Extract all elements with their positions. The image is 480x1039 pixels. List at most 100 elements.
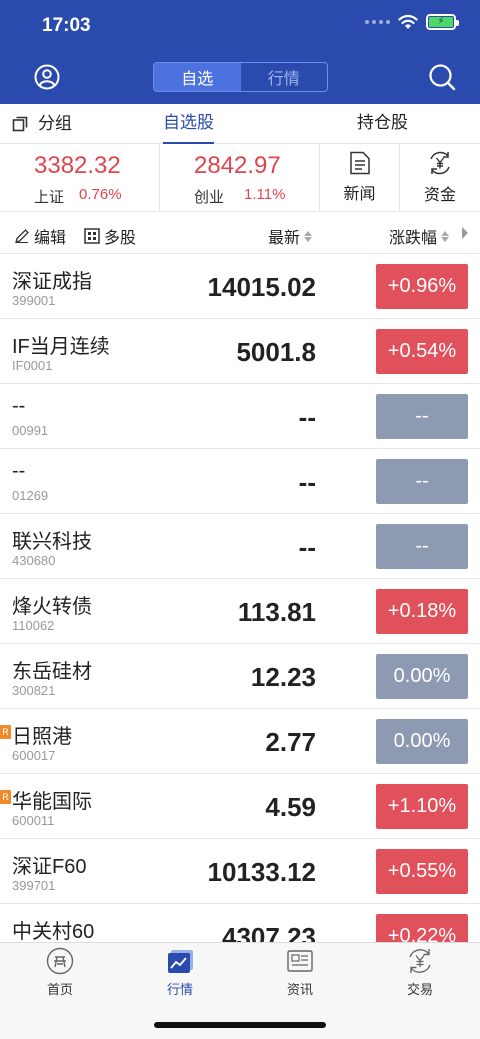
change-badge[interactable]: -- — [376, 394, 468, 439]
nav-home[interactable]: 首页 — [20, 947, 100, 998]
search-icon[interactable] — [428, 63, 456, 91]
stock-name: 深证成指 — [12, 271, 92, 293]
home-indicator — [154, 1022, 326, 1028]
stock-row[interactable]: 联兴科技 430680 -- -- — [0, 514, 480, 579]
change-badge[interactable]: 0.00% — [376, 654, 468, 699]
news-button[interactable]: 新闻 — [320, 144, 400, 211]
status-time: 17:03 — [42, 15, 91, 36]
user-icon[interactable] — [34, 64, 60, 90]
chevron-right-icon[interactable] — [461, 227, 469, 239]
sort-icon — [304, 230, 313, 242]
stock-row[interactable]: 烽火转债 110062 113.81 +0.18% — [0, 579, 480, 644]
change-badge[interactable]: +0.22% — [376, 914, 468, 942]
stock-name: IF当月连续 — [12, 336, 110, 358]
change-label: 涨跌幅 — [389, 230, 438, 247]
stock-code: 00991 — [12, 423, 49, 438]
chart-icon — [168, 950, 193, 973]
stock-row[interactable]: 东岳硅材 300821 12.23 0.00% — [0, 644, 480, 709]
sort-change[interactable]: 涨跌幅 — [389, 224, 450, 248]
news-icon — [287, 950, 313, 972]
index-name: 上证 — [34, 189, 65, 206]
stock-price: 4.59 — [265, 792, 316, 822]
fund-flow-button[interactable]: 资金 — [400, 144, 480, 211]
change-badge[interactable]: +0.96% — [376, 264, 468, 309]
stock-price: 4307.23 — [222, 922, 316, 942]
yen-icon — [409, 949, 431, 973]
segment-market[interactable]: 行情 — [241, 63, 328, 91]
change-badge[interactable]: +0.54% — [376, 329, 468, 374]
nav-label: 首页 — [46, 982, 73, 997]
signal-icon — [365, 20, 390, 24]
stock-price: 12.23 — [250, 662, 316, 692]
tab-group-label: 分组 — [38, 114, 72, 133]
stock-code: IF0001 — [12, 358, 53, 373]
stock-row[interactable]: 深证成指 399001 14015.02 +0.96% — [0, 254, 480, 319]
stock-row[interactable]: 中关村60 4307.23 +0.22% — [0, 904, 480, 942]
stock-code: 110062 — [12, 618, 55, 633]
index-change: 1.11% — [244, 186, 286, 203]
stock-code: 600017 — [12, 748, 56, 763]
nav-label: 行情 — [166, 982, 193, 997]
stock-price: 5001.8 — [236, 337, 316, 367]
nav-label: 交易 — [406, 982, 433, 997]
grid-icon — [84, 228, 100, 244]
tab-holdings[interactable]: 持仓股 — [357, 104, 408, 144]
stock-code: 01269 — [12, 488, 49, 503]
wifi-icon — [398, 14, 418, 29]
tab-watchlist-stocks[interactable]: 自选股 — [163, 104, 214, 144]
edit-button[interactable]: 编辑 — [14, 224, 66, 248]
stock-price: 2.77 — [265, 727, 316, 757]
stock-price: 10133.12 — [207, 857, 316, 887]
document-icon — [349, 151, 370, 175]
change-badge[interactable]: -- — [376, 459, 468, 504]
stock-price: -- — [298, 467, 316, 497]
copy-icon — [12, 116, 28, 132]
edit-label: 编辑 — [34, 230, 67, 247]
stock-price: 113.81 — [237, 597, 316, 627]
nav-trade[interactable]: 交易 — [380, 947, 460, 998]
multi-stock-label: 多股 — [104, 230, 137, 247]
stock-code: 600011 — [12, 813, 55, 828]
pencil-icon — [15, 229, 29, 243]
change-badge[interactable]: +1.10% — [376, 784, 468, 829]
stock-row[interactable]: R 华能国际 600011 4.59 +1.10% — [0, 774, 480, 839]
stock-row[interactable]: 深证F60 399701 10133.12 +0.55% — [0, 839, 480, 904]
stock-name: 东岳硅材 — [12, 661, 92, 683]
change-badge[interactable]: 0.00% — [376, 719, 468, 764]
index-name: 创业 — [194, 189, 225, 206]
change-badge[interactable]: +0.18% — [376, 589, 468, 634]
change-badge[interactable]: +0.55% — [376, 849, 468, 894]
coupon-icon — [46, 947, 74, 975]
battery-icon: ⚡ — [426, 14, 459, 30]
multi-stock-button[interactable]: 多股 — [84, 224, 136, 248]
list-header: 编辑 多股 最新 涨跌幅 — [0, 212, 480, 254]
segment-watchlist[interactable]: 自选 — [154, 63, 241, 91]
stock-name: 深证F60 — [12, 856, 87, 878]
stock-name: 烽火转债 — [12, 596, 92, 618]
index-shanghai[interactable]: 3382.32 上证 0.76% — [0, 144, 160, 211]
latest-label: 最新 — [268, 230, 301, 247]
view-switch: 自选 行情 — [153, 62, 328, 92]
margin-badge: R — [0, 725, 11, 739]
news-label: 新闻 — [343, 186, 376, 203]
stock-row[interactable]: -- 01269 -- -- — [0, 449, 480, 514]
nav-news[interactable]: 资讯 — [260, 947, 340, 998]
index-chinext[interactable]: 2842.97 创业 1.11% — [160, 144, 320, 211]
stock-code: 430680 — [12, 553, 56, 568]
tab-group[interactable]: 分组 — [12, 104, 72, 144]
fund-flow-label: 资金 — [423, 187, 456, 204]
change-badge[interactable]: -- — [376, 524, 468, 569]
stock-name: -- — [12, 395, 26, 417]
stock-price: -- — [298, 532, 316, 562]
sort-latest[interactable]: 最新 — [268, 224, 313, 248]
stock-row[interactable]: R 日照港 600017 2.77 0.00% — [0, 709, 480, 774]
stock-code: 300821 — [12, 683, 56, 698]
stock-name: 日照港 — [12, 726, 72, 748]
stock-row[interactable]: IF当月连续 IF0001 5001.8 +0.54% — [0, 319, 480, 384]
yen-cycle-icon — [430, 151, 450, 175]
stock-name: 中关村60 — [12, 921, 95, 942]
nav-market[interactable]: 行情 — [140, 947, 220, 998]
stock-price: 14015.02 — [207, 272, 316, 302]
stock-row[interactable]: -- 00991 -- -- — [0, 384, 480, 449]
app-header: 17:03 ⚡ 自选 行情 — [0, 0, 480, 104]
